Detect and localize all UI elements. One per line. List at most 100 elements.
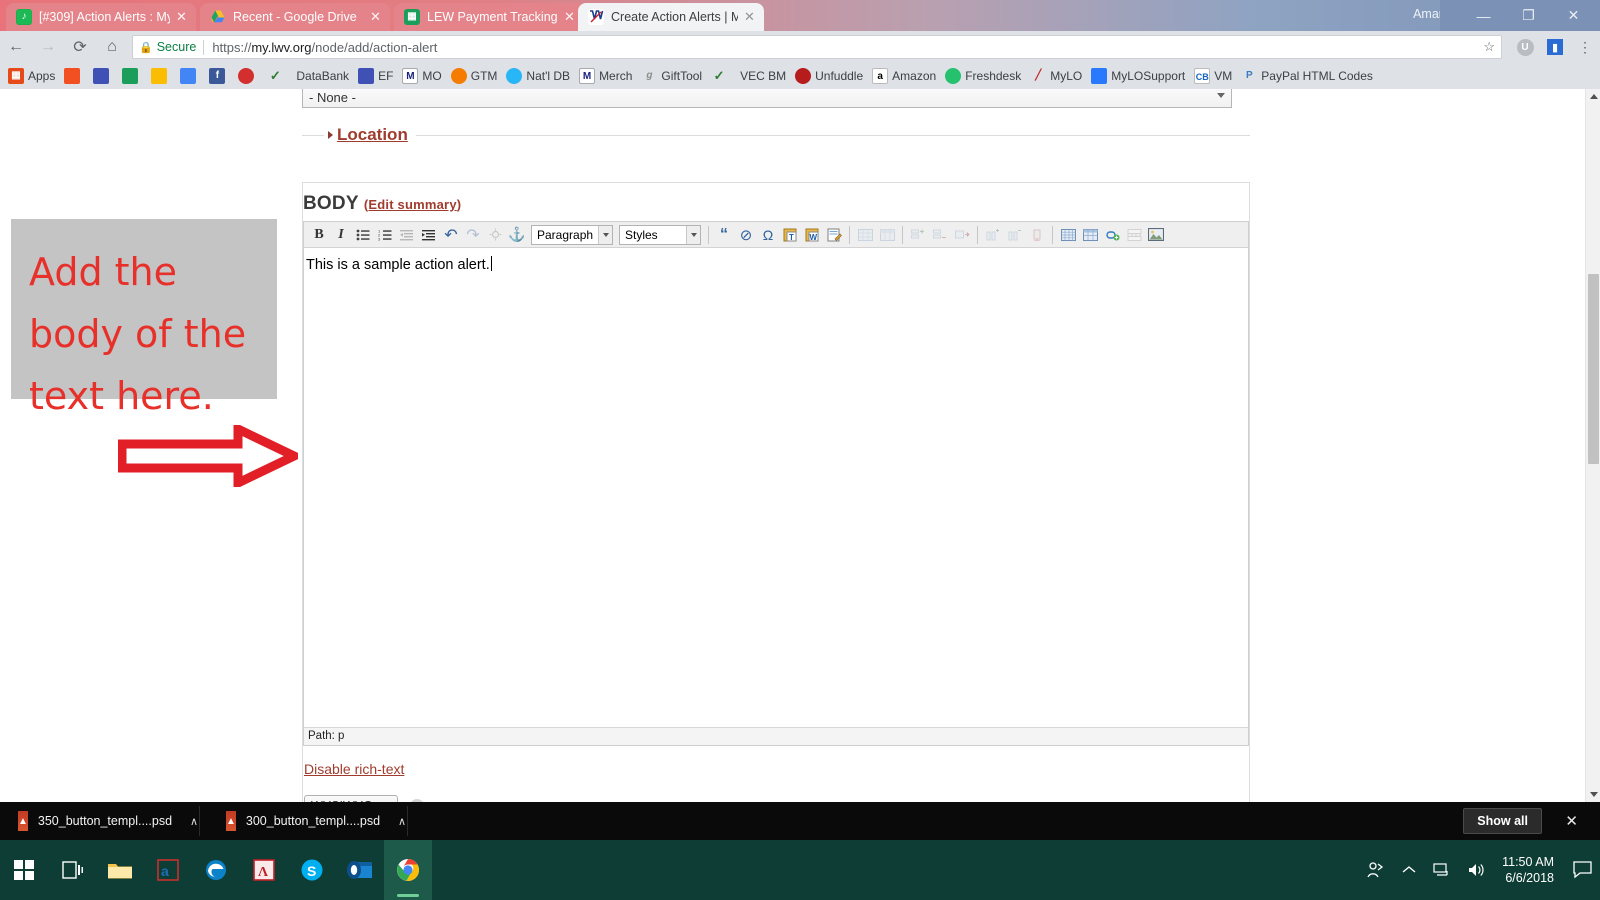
forward-icon[interactable]: → [32, 31, 64, 63]
insert-column-right-button[interactable] [1004, 224, 1026, 246]
bookmark-merch[interactable]: M Merch [579, 68, 632, 84]
insert-row-button[interactable] [907, 224, 929, 246]
taskbar-clock[interactable]: 11:50 AM 6/6/2018 [1494, 854, 1566, 886]
insert-table-button[interactable] [854, 224, 876, 246]
bookmark-mylo[interactable]: ╱ MyLO [1030, 68, 1082, 84]
reload-icon[interactable]: ⟳ [64, 31, 96, 63]
insert-image-button[interactable] [1145, 224, 1167, 246]
table-properties-button[interactable] [876, 224, 898, 246]
home-icon[interactable]: ⌂ [96, 31, 128, 63]
bookmark-amazon[interactable]: a Amazon [872, 68, 936, 84]
bookmark-sheets[interactable] [122, 68, 142, 84]
close-downloads-bar-icon[interactable]: ✕ [1565, 812, 1578, 830]
scroll-down-icon[interactable] [1586, 787, 1600, 802]
maximize-button[interactable]: ❐ [1506, 0, 1551, 31]
edge-icon[interactable] [192, 840, 240, 900]
bookmark-natl-db[interactable]: Nat'l DB [506, 68, 570, 84]
show-hidden-icons-icon[interactable] [1392, 840, 1426, 900]
bookmark-freshdesk[interactable]: Freshdesk [945, 68, 1021, 84]
redo-button[interactable]: ↷ [462, 224, 484, 246]
insert-link-button[interactable] [1101, 224, 1123, 246]
tab-close-icon[interactable]: ✕ [176, 9, 188, 25]
bookmark-gtm[interactable]: GTM [450, 68, 497, 84]
outlook-icon[interactable] [336, 840, 384, 900]
bookmark-mylosupport[interactable]: MyLOSupport [1091, 68, 1185, 84]
bookmark-facebook[interactable]: f [209, 68, 229, 84]
insert-column-left-button[interactable] [982, 224, 1004, 246]
bookmark-unfuddle[interactable]: Unfuddle [795, 68, 863, 84]
bookmark-check-green[interactable]: ✓ [711, 68, 731, 84]
page-break-button[interactable] [1123, 224, 1145, 246]
bookmark-microsoft[interactable] [64, 68, 84, 84]
templates-button[interactable] [823, 224, 845, 246]
task-view-icon[interactable] [48, 840, 96, 900]
remove-format-button[interactable]: ⊘ [735, 224, 757, 246]
bookmark-docs[interactable] [180, 68, 200, 84]
delete-row-button[interactable] [929, 224, 951, 246]
remove-link-button[interactable] [484, 224, 506, 246]
bookmark-vm[interactable]: CB VM [1194, 68, 1232, 84]
show-all-downloads-button[interactable]: Show all [1463, 808, 1542, 834]
photoshop-icon[interactable]: a [144, 840, 192, 900]
numbered-list-button[interactable]: 123 [374, 224, 396, 246]
paste-text-button[interactable]: T [779, 224, 801, 246]
browser-tab[interactable]: ♪ [#309] Action Alerts : My ✕ [6, 3, 196, 31]
bold-button[interactable]: B [308, 224, 330, 246]
bookmark-red-ball[interactable] [238, 68, 258, 84]
extension-pocket-icon[interactable]: ▮ [1540, 31, 1570, 63]
blockquote-button[interactable]: “ [713, 224, 735, 246]
tab-close-icon[interactable]: ✕ [564, 9, 576, 25]
file-explorer-icon[interactable] [96, 840, 144, 900]
styles-select[interactable]: Styles [619, 224, 701, 245]
edit-summary-link[interactable]: Edit summary [368, 197, 456, 212]
start-button-icon[interactable] [0, 840, 48, 900]
paragraph-format-select[interactable]: Paragraph [531, 224, 613, 245]
back-icon[interactable]: ← [0, 31, 32, 63]
skype-icon[interactable]: S [288, 840, 336, 900]
browser-tab-active[interactable]: Create Action Alerts | My ✕ [578, 3, 764, 31]
bookmark-ef[interactable]: EF [358, 68, 393, 84]
bookmark-gifttool[interactable]: g GiftTool [641, 68, 702, 84]
editor-content-area[interactable]: This is a sample action alert. [304, 248, 1248, 727]
page-scrollbar[interactable] [1585, 89, 1600, 802]
people-icon[interactable] [1358, 840, 1392, 900]
bookmark-drive[interactable] [151, 68, 171, 84]
location-link[interactable]: Location [337, 125, 408, 145]
scroll-up-icon[interactable] [1586, 89, 1600, 104]
browser-tab[interactable]: Recent - Google Drive ✕ [200, 3, 390, 31]
merge-cells-button[interactable] [951, 224, 973, 246]
bookmark-vec-bm[interactable]: VEC BM [740, 69, 786, 83]
bookmark-star-icon[interactable]: ☆ [1483, 39, 1495, 55]
volume-icon[interactable] [1460, 840, 1494, 900]
bookmark-databank[interactable]: DataBank [296, 69, 349, 83]
bookmark-book[interactable] [93, 68, 113, 84]
undo-button[interactable]: ↶ [440, 224, 462, 246]
bulleted-list-button[interactable] [352, 224, 374, 246]
address-bar[interactable]: 🔒 Secure https://my.lwv.org/node/add/act… [132, 35, 1502, 59]
delete-column-button[interactable] [1026, 224, 1048, 246]
bookmark-apps[interactable]: ▦ Apps [8, 68, 55, 84]
table-grid2-button[interactable] [1079, 224, 1101, 246]
download-item[interactable]: ▲ 300_button_templ....psd ∧ [218, 806, 408, 836]
disable-rich-text-link[interactable]: Disable rich-text [304, 761, 404, 777]
network-icon[interactable] [1426, 840, 1460, 900]
download-menu-icon[interactable]: ∧ [398, 815, 406, 828]
close-button[interactable]: ✕ [1551, 0, 1596, 31]
italic-button[interactable]: I [330, 224, 352, 246]
table-grid-button[interactable] [1057, 224, 1079, 246]
anchor-button[interactable]: ⚓ [506, 224, 528, 246]
decrease-indent-button[interactable] [396, 224, 418, 246]
extension-u-icon[interactable]: U [1510, 31, 1540, 63]
chrome-menu-icon[interactable]: ⋮ [1570, 31, 1600, 63]
chrome-icon[interactable] [384, 840, 432, 900]
location-legend[interactable]: Location [324, 125, 416, 145]
paste-from-word-button[interactable]: W [801, 224, 823, 246]
browser-tab[interactable]: ▦ LEW Payment Tracking S ✕ [394, 3, 584, 31]
download-menu-icon[interactable]: ∧ [190, 815, 198, 828]
special-character-button[interactable]: Ω [757, 224, 779, 246]
tab-close-icon[interactable]: ✕ [370, 9, 382, 25]
minimize-button[interactable]: — [1461, 0, 1506, 31]
download-item[interactable]: ▲ 350_button_templ....psd ∧ [10, 806, 200, 836]
bookmark-check[interactable]: ✓ [267, 68, 287, 84]
acrobat-reader-icon[interactable]: Λ [240, 840, 288, 900]
